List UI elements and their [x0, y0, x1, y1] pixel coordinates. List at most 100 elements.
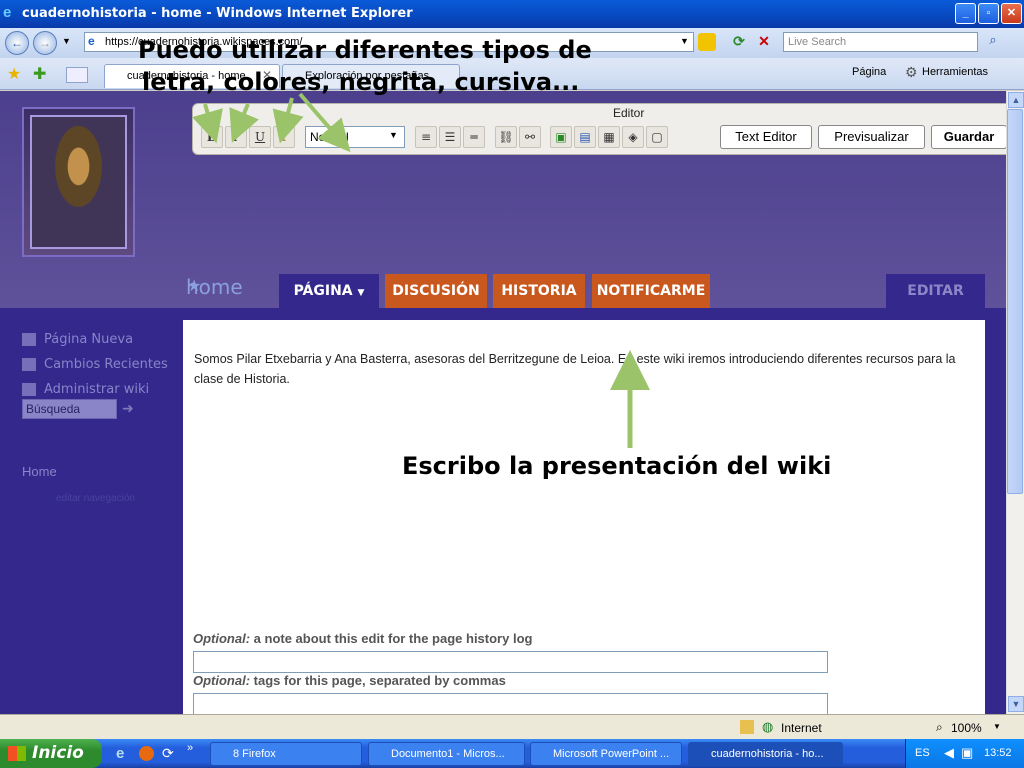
table-icon[interactable]: ▦	[598, 126, 620, 148]
tray-arrow-icon[interactable]: ◀	[944, 745, 954, 761]
tab-historia[interactable]: HISTORIA	[493, 274, 585, 308]
unlink-icon[interactable]: ⚯	[519, 126, 541, 148]
add-favorite-icon[interactable]: ✚	[33, 64, 46, 84]
globe-icon: ◍	[762, 719, 774, 734]
preview-button[interactable]: Previsualizar	[818, 125, 925, 149]
zoom-chevron-down-icon[interactable]: ▼	[993, 722, 1001, 731]
start-label: Inicio	[32, 743, 84, 763]
sidebar: Página Nueva Cambios Recientes Administr…	[0, 320, 183, 714]
note-label-text: a note about this edit for the page hist…	[250, 631, 533, 646]
search-input[interactable]: Live Search	[783, 32, 978, 52]
mona-lisa-logo	[22, 107, 135, 257]
back-arrow-icon[interactable]: ←	[5, 31, 29, 55]
web-page: Editor B I U T Normal ▼ ≡ ☰ ═ ⛓ ⚯ ▣ ▤ ▦ …	[0, 91, 1006, 714]
editor-label: Editor	[613, 106, 645, 120]
note-input[interactable]	[193, 651, 828, 673]
horizontal-rule-icon[interactable]: ═	[463, 126, 485, 148]
search-icon[interactable]: ⌕	[984, 32, 1002, 52]
scroll-up-icon[interactable]: ▲	[1008, 92, 1024, 108]
quicklaunch-expand-icon[interactable]: »	[187, 742, 193, 754]
widget-icon[interactable]: ◈	[622, 126, 644, 148]
tab-pagina[interactable]: PÁGINA ▼	[279, 274, 379, 308]
edit-navigation-link[interactable]: editar navegación	[56, 493, 135, 504]
language-indicator[interactable]: ES	[915, 747, 930, 759]
text-color-button[interactable]: T	[273, 126, 295, 148]
maximize-button[interactable]: ▫	[978, 3, 999, 24]
bold-button[interactable]: B	[201, 126, 223, 148]
scroll-thumb[interactable]	[1007, 109, 1023, 494]
close-button[interactable]: ✕	[1001, 3, 1022, 24]
sidebar-item-label: Cambios Recientes	[44, 357, 168, 372]
sidebar-item-label: Página Nueva	[44, 332, 134, 347]
taskbar-powerpoint[interactable]: Microsoft PowerPoint ...	[530, 742, 682, 766]
taskbar-word[interactable]: Documento1 - Micros...	[368, 742, 525, 766]
window-titlebar[interactable]: e cuadernohistoria - home - Windows Inte…	[0, 0, 1024, 28]
taskbar-firefox[interactable]: 8 Firefox	[210, 742, 362, 766]
firefox-quicklaunch-icon[interactable]	[139, 746, 154, 761]
tab-discusion[interactable]: DISCUSIÓN	[385, 274, 487, 308]
vertical-scrollbar[interactable]: ▲ ▼	[1006, 91, 1024, 714]
refresh-icon[interactable]: ⟳	[730, 33, 748, 51]
underline-button[interactable]: U	[249, 126, 271, 148]
sidebar-search-input[interactable]: Búsqueda	[22, 399, 117, 419]
network-icon[interactable]: ▣	[961, 745, 973, 761]
tab-pagina-label: PÁGINA	[293, 283, 353, 299]
annotation-presentation: Escribo la presentación del wiki	[402, 452, 832, 480]
link-icon[interactable]: ⛓	[495, 126, 517, 148]
herramientas-menu[interactable]: Herramientas	[922, 66, 988, 78]
quick-tabs-icon[interactable]	[66, 67, 88, 83]
gear-icon[interactable]: ⚙	[905, 64, 918, 81]
page-title: home	[186, 275, 243, 299]
italic-button[interactable]: I	[225, 126, 247, 148]
quicklaunch-icon[interactable]: ⟳	[162, 745, 174, 762]
ie-logo-icon: e	[3, 4, 12, 21]
note-label: Optional: a note about this edit for the…	[193, 631, 532, 646]
format-chevron-down-icon[interactable]: ▼	[389, 130, 398, 140]
favorites-star-icon[interactable]: ★	[7, 64, 21, 84]
chevron-down-icon: ▼	[357, 288, 365, 298]
video-icon[interactable]: ▤	[574, 126, 596, 148]
sidebar-item-pagina-nueva[interactable]: Página Nueva	[22, 332, 133, 347]
nav-divider	[0, 308, 1006, 320]
address-dropdown-icon[interactable]: ▼	[680, 36, 689, 46]
tab-notificarme[interactable]: NOTIFICARME	[592, 274, 710, 308]
sidebar-item-administrar[interactable]: Administrar wiki	[22, 382, 149, 397]
numbered-list-icon[interactable]: ≡	[415, 126, 437, 148]
zoom-icon: ⌕	[936, 720, 943, 734]
scroll-down-icon[interactable]: ▼	[1008, 696, 1024, 712]
tags-input[interactable]	[193, 693, 828, 714]
search-arrow-icon[interactable]: ➜	[122, 400, 134, 417]
tab-editar[interactable]: EDITAR	[886, 274, 985, 308]
image-icon[interactable]: ▣	[550, 126, 572, 148]
editor-content[interactable]: Somos Pilar Etxebarria y Ana Basterra, a…	[183, 320, 985, 714]
minimize-button[interactable]: _	[955, 3, 976, 24]
system-tray: ES ◀ ▣ 13:52	[905, 739, 1024, 768]
zoom-level[interactable]: 100%	[951, 721, 982, 735]
tags-label: Optional: tags for this page, separated …	[193, 673, 506, 688]
pagina-menu[interactable]: Página	[852, 66, 886, 78]
ie-quicklaunch-icon[interactable]: e	[116, 745, 124, 762]
text-editor-button[interactable]: Text Editor	[720, 125, 812, 149]
special-char-icon[interactable]: ▢	[646, 126, 668, 148]
taskbar-ie[interactable]: cuadernohistoria - ho...	[688, 742, 843, 766]
editor-toolbar: Editor B I U T Normal ▼ ≡ ☰ ═ ⛓ ⚯ ▣ ▤ ▦ …	[192, 103, 1006, 155]
annotation-fonts-line2: letra, colores, negrita, cursiva...	[142, 68, 580, 96]
status-bar: ◍ Internet ⌕ 100% ▼	[0, 714, 1024, 739]
protected-mode-icon	[740, 720, 754, 734]
sidebar-item-label: Administrar wiki	[44, 382, 150, 397]
optional-prefix: Optional:	[193, 631, 251, 646]
sidebar-home-link[interactable]: Home	[22, 464, 57, 479]
gear-icon	[22, 383, 36, 396]
intro-paragraph[interactable]: Somos Pilar Etxebarria y Ana Basterra, a…	[194, 349, 964, 389]
right-margin	[985, 320, 1006, 714]
bullet-list-icon[interactable]: ☰	[439, 126, 461, 148]
calendar-icon	[22, 358, 36, 371]
window-title: cuadernohistoria - home - Windows Intern…	[22, 6, 413, 21]
save-button[interactable]: Guardar	[931, 125, 1006, 149]
forward-arrow-icon[interactable]: →	[33, 31, 57, 55]
sidebar-item-cambios-recientes[interactable]: Cambios Recientes	[22, 357, 168, 372]
lock-icon[interactable]	[698, 33, 716, 51]
stop-icon[interactable]: ✕	[755, 33, 773, 51]
history-chevron-down-icon[interactable]: ▼	[62, 36, 71, 46]
page-ie-icon: e	[88, 34, 95, 48]
